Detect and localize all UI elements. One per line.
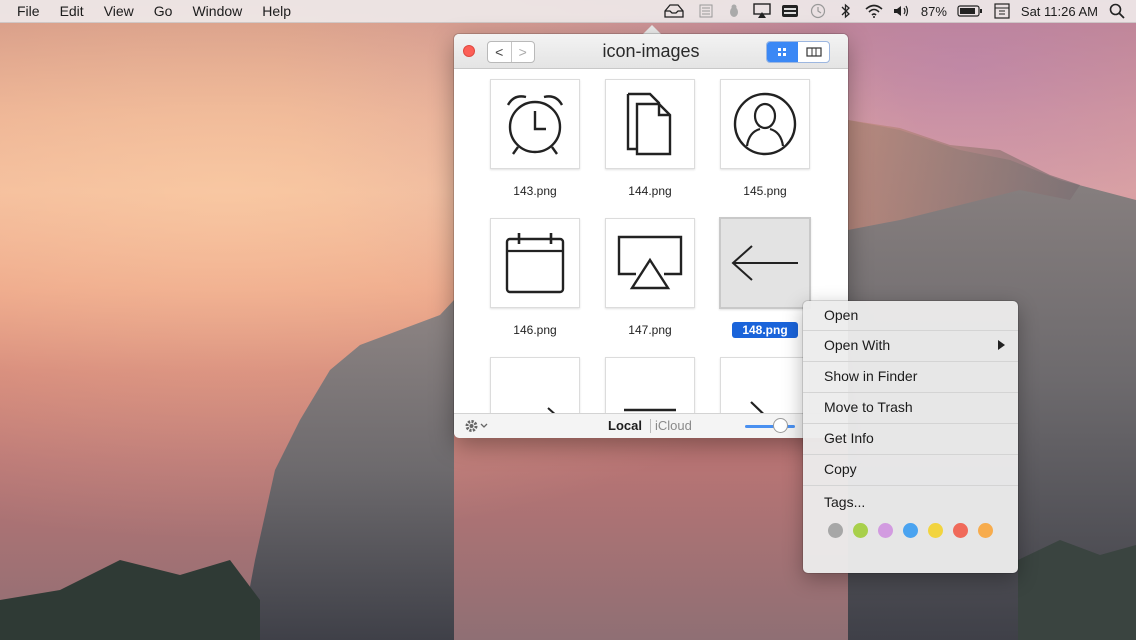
local-tab[interactable]: Local <box>608 418 642 433</box>
file-grid: 143.png 144.png 145.png 146.png 147.png … <box>454 69 848 413</box>
input-source-icon[interactable] <box>993 3 1011 19</box>
popover-bottom-bar: Local iCloud <box>454 413 848 438</box>
zoom-slider-knob[interactable] <box>773 418 788 433</box>
menu-window[interactable]: Window <box>182 0 252 22</box>
menu-help[interactable]: Help <box>252 0 301 22</box>
tag-yellow[interactable] <box>928 523 943 538</box>
airplay-icon <box>617 235 683 290</box>
wifi-icon[interactable] <box>865 3 883 19</box>
tray-icon[interactable] <box>661 3 687 19</box>
user-icon <box>733 92 797 156</box>
segment-divider <box>650 419 651 433</box>
column-view-button[interactable] <box>798 42 829 62</box>
menu-view[interactable]: View <box>94 0 144 22</box>
menu-item-get-info[interactable]: Get Info <box>803 424 1018 454</box>
file-tile-146[interactable] <box>490 218 580 308</box>
chevron-right-icon <box>750 401 764 413</box>
calendar-icon <box>505 233 565 294</box>
notes-icon[interactable] <box>697 3 715 19</box>
menu-lines-icon <box>624 408 676 412</box>
file-tile[interactable] <box>605 357 695 413</box>
documents-icon <box>626 92 672 156</box>
grid-view-button[interactable] <box>767 42 798 62</box>
tag-red[interactable] <box>953 523 968 538</box>
file-tile[interactable] <box>720 357 810 413</box>
view-mode-toggle <box>766 41 830 63</box>
bluetooth-icon[interactable] <box>837 3 855 19</box>
file-tile-143[interactable] <box>490 79 580 169</box>
menu-item-show-in-finder[interactable]: Show in Finder <box>803 362 1018 392</box>
file-name-selected[interactable]: 148.png <box>715 322 815 338</box>
menu-go[interactable]: Go <box>144 0 183 22</box>
menu-bar: File Edit View Go Window Help 87% Sat 11… <box>0 0 1136 23</box>
file-name[interactable]: 146.png <box>485 323 585 337</box>
icloud-tab[interactable]: iCloud <box>655 418 692 433</box>
column-view-icon <box>805 47 822 57</box>
status-area: 87% Sat 11:26 AM <box>656 0 1136 22</box>
tag-orange[interactable] <box>978 523 993 538</box>
tag-purple[interactable] <box>878 523 893 538</box>
icon-images-popover: < > icon-images 143.png 144.png 145.png … <box>454 34 848 438</box>
menu-edit[interactable]: Edit <box>50 0 94 22</box>
menu-item-open-with[interactable]: Open With <box>803 331 1018 361</box>
tag-blue[interactable] <box>903 523 918 538</box>
volume-icon[interactable] <box>893 3 911 19</box>
tag-green[interactable] <box>853 523 868 538</box>
file-name[interactable]: 144.png <box>600 184 700 198</box>
battery-icon[interactable] <box>957 3 983 19</box>
gear-icon <box>465 420 488 432</box>
airplay-icon[interactable] <box>753 3 771 19</box>
file-name[interactable]: 145.png <box>715 184 815 198</box>
file-tile-144[interactable] <box>605 79 695 169</box>
submenu-arrow-icon <box>998 340 1005 350</box>
menu-item-label: Open With <box>824 337 891 353</box>
tag-gray[interactable] <box>828 523 843 538</box>
grid-view-icon <box>777 48 786 56</box>
file-name[interactable]: 147.png <box>600 323 700 337</box>
arrow-right-icon <box>547 407 556 413</box>
menu-separator <box>803 485 1018 486</box>
battery-percent[interactable]: 87% <box>921 4 947 19</box>
bug-icon[interactable] <box>725 3 743 19</box>
menu-item-move-to-trash[interactable]: Move to Trash <box>803 393 1018 423</box>
file-tile-147[interactable] <box>605 218 695 308</box>
alarm-clock-icon <box>506 95 564 155</box>
keyboard-icon[interactable] <box>781 3 799 19</box>
menu-file[interactable]: File <box>0 0 50 22</box>
file-tile[interactable] <box>490 357 580 413</box>
file-tile-148-selected[interactable] <box>719 217 811 309</box>
action-menu-button[interactable] <box>464 418 490 439</box>
menu-item-tags[interactable]: Tags... <box>803 488 1018 518</box>
clock[interactable]: Sat 11:26 AM <box>1021 4 1098 19</box>
window-titlebar: < > icon-images <box>454 34 848 69</box>
file-name[interactable]: 143.png <box>485 184 585 198</box>
context-menu: Open Open With Show in Finder Move to Tr… <box>803 301 1018 573</box>
menu-item-open[interactable]: Open <box>803 301 1018 331</box>
time-machine-icon[interactable] <box>809 3 827 19</box>
file-tile-145[interactable] <box>720 79 810 169</box>
arrow-left-icon <box>731 245 798 281</box>
menu-item-copy[interactable]: Copy <box>803 455 1018 485</box>
spotlight-search-icon[interactable] <box>1108 3 1126 19</box>
